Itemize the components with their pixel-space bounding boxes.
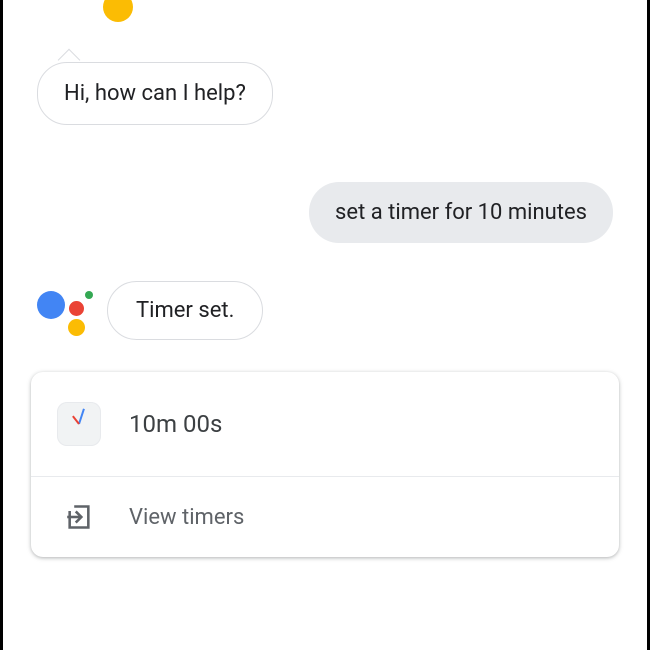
- view-timers-row[interactable]: View timers: [31, 476, 619, 557]
- timer-duration-text: 10m 00s: [129, 410, 222, 438]
- google-assistant-logo: [37, 285, 93, 341]
- assistant-greeting-bubble: Hi, how can I help?: [37, 62, 273, 125]
- timer-row[interactable]: 10m 00s: [31, 372, 619, 476]
- assistant-response-text: Timer set.: [136, 298, 234, 323]
- open-in-app-icon: [63, 501, 95, 533]
- user-query-text: set a timer for 10 minutes: [335, 200, 587, 225]
- assistant-dot-blue: [37, 291, 65, 319]
- assistant-dot-green: [85, 291, 93, 299]
- assistant-greeting-text: Hi, how can I help?: [64, 81, 246, 106]
- assistant-response-bubble: Timer set.: [107, 281, 263, 340]
- assistant-dot-red: [69, 301, 84, 316]
- assistant-dot-yellow: [68, 319, 85, 336]
- user-query-bubble[interactable]: set a timer for 10 minutes: [309, 182, 613, 243]
- assistant-dot-yellow-partial: [103, 0, 133, 22]
- timer-clock-icon: [55, 400, 103, 448]
- view-timers-label: View timers: [129, 505, 244, 530]
- timer-card: 10m 00s View timers: [31, 372, 619, 557]
